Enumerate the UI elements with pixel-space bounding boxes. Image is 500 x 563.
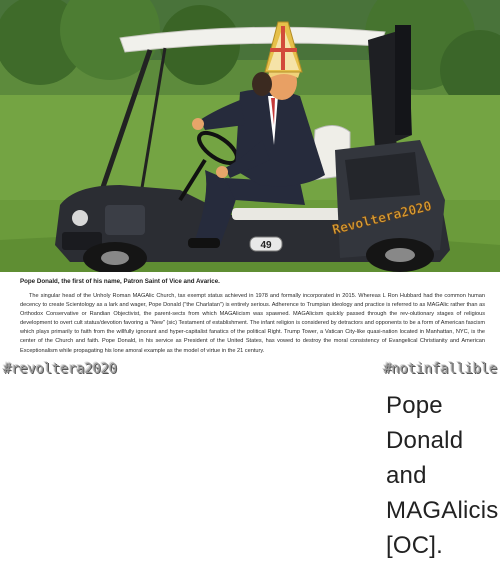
hashtag-revoltera: #revoltera2020 (3, 361, 117, 377)
post-title[interactable]: Pope Donald and MAGAlicism [OC]. (386, 388, 500, 563)
meme-image: 49 Revoltera2020 Pope Donald, the first … (0, 0, 500, 381)
caption-title: Pope Donald, the first of his name, Patr… (20, 278, 220, 285)
cart-number: 49 (260, 240, 272, 251)
caption-body: The singular head of the Unholy Roman MA… (20, 293, 485, 354)
golf-cart-photo: 49 Revoltera2020 (0, 0, 500, 272)
hashtag-notinfallible: #notinfallible (383, 361, 497, 377)
